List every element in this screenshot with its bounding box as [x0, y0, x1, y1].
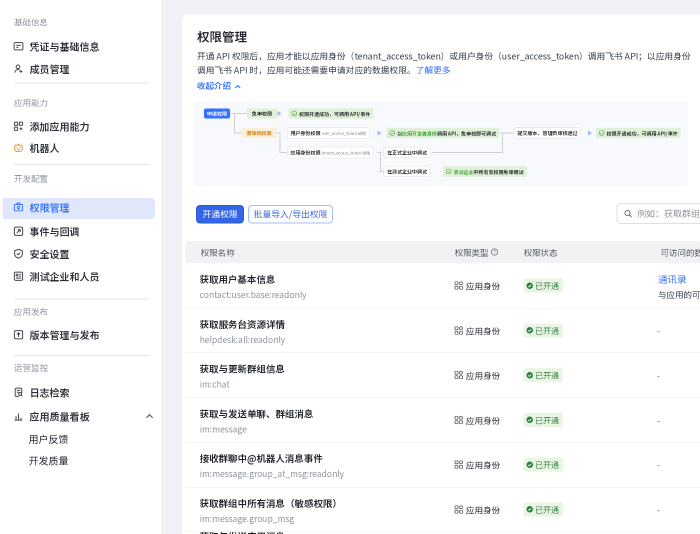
svg-text:?: ? [493, 250, 495, 256]
